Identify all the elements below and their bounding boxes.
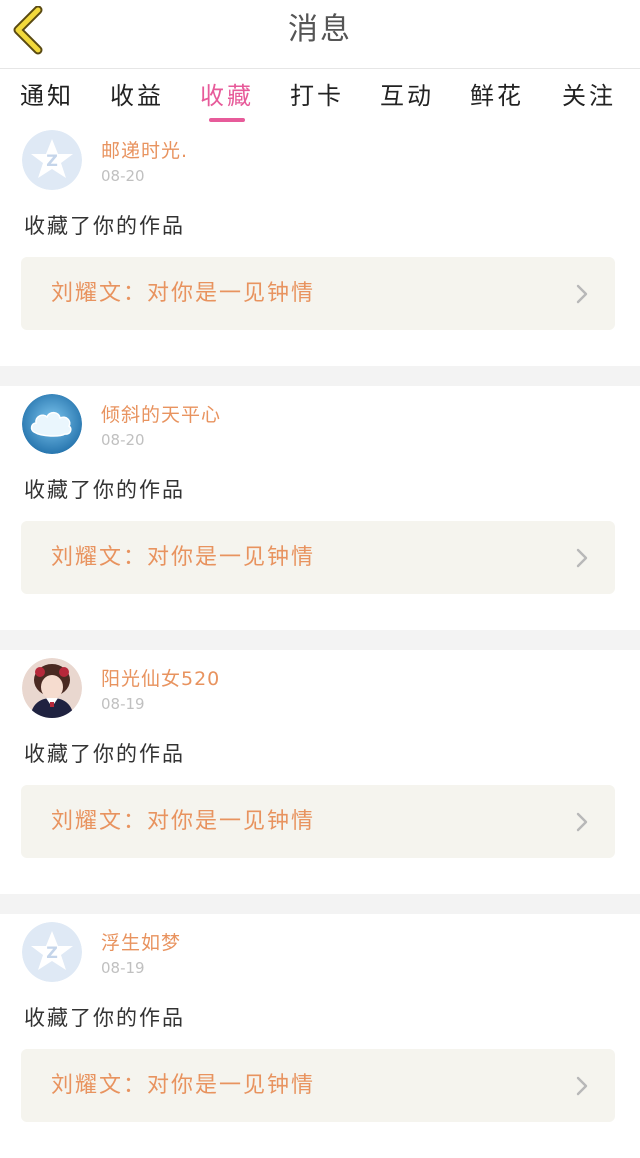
tab-earnings[interactable]: 收益 [92, 76, 182, 111]
message-date: 08-20 [101, 431, 145, 449]
work-link[interactable]: 刘耀文：对你是一见钟情 [21, 521, 615, 594]
avatar[interactable]: Z [22, 130, 82, 190]
divider [0, 894, 640, 914]
work-link[interactable]: 刘耀文：对你是一见钟情 [21, 1049, 615, 1122]
username[interactable]: 倾斜的天平心 [101, 400, 221, 427]
divider [0, 630, 640, 650]
avatar[interactable] [22, 394, 82, 454]
action-text: 收藏了你的作品 [24, 478, 185, 502]
message-card: Z 邮递时光. 08-20 收藏了你的作品 刘耀文：对你是一见钟情 [0, 122, 640, 366]
chevron-right-icon [576, 284, 588, 304]
avatar[interactable] [22, 658, 82, 718]
svg-text:Z: Z [46, 151, 58, 170]
top-bar: 消息 [0, 0, 640, 69]
tab-following[interactable]: 关注 [544, 76, 634, 111]
work-link[interactable]: 刘耀文：对你是一见钟情 [21, 785, 615, 858]
svg-text:Z: Z [46, 943, 58, 962]
message-card: Z 浮生如梦 08-19 收藏了你的作品 刘耀文：对你是一见钟情 [0, 914, 640, 1158]
chevron-right-icon [576, 812, 588, 832]
message-card: 阳光仙女520 08-19 收藏了你的作品 刘耀文：对你是一见钟情 [0, 650, 640, 894]
message-date: 08-19 [101, 695, 145, 713]
work-link[interactable]: 刘耀文：对你是一见钟情 [21, 257, 615, 330]
cloud-avatar-icon [22, 394, 82, 454]
tab-interactions[interactable]: 互动 [362, 76, 452, 111]
action-text: 收藏了你的作品 [24, 742, 185, 766]
chevron-right-icon [576, 548, 588, 568]
work-title: 刘耀文：对你是一见钟情 [51, 1073, 316, 1098]
message-date: 08-20 [101, 167, 145, 185]
username[interactable]: 浮生如梦 [101, 928, 181, 955]
action-text: 收藏了你的作品 [24, 214, 185, 238]
chevron-right-icon [576, 1076, 588, 1096]
user-photo-avatar-icon [22, 658, 82, 718]
avatar[interactable]: Z [22, 922, 82, 982]
page-title: 消息 [288, 12, 352, 47]
action-text: 收藏了你的作品 [24, 1006, 185, 1030]
tab-flowers[interactable]: 鲜花 [452, 76, 542, 111]
work-title: 刘耀文：对你是一见钟情 [51, 281, 316, 306]
default-avatar-icon: Z [22, 922, 82, 982]
message-list: Z 邮递时光. 08-20 收藏了你的作品 刘耀文：对你是一见钟情 倾斜的天平心… [0, 122, 640, 1158]
tab-checkin[interactable]: 打卡 [272, 76, 362, 111]
tab-favorites[interactable]: 收藏 [182, 76, 272, 111]
work-title: 刘耀文：对你是一见钟情 [51, 809, 316, 834]
work-title: 刘耀文：对你是一见钟情 [51, 545, 316, 570]
username[interactable]: 阳光仙女520 [101, 664, 220, 691]
username[interactable]: 邮递时光. [101, 136, 188, 163]
default-avatar-icon: Z [22, 130, 82, 190]
message-date: 08-19 [101, 959, 145, 977]
tab-notifications[interactable]: 通知 [2, 76, 92, 111]
divider [0, 366, 640, 386]
message-card: 倾斜的天平心 08-20 收藏了你的作品 刘耀文：对你是一见钟情 [0, 386, 640, 630]
tab-bar: 通知 收益 收藏 打卡 互动 鲜花 关注 [0, 70, 640, 122]
